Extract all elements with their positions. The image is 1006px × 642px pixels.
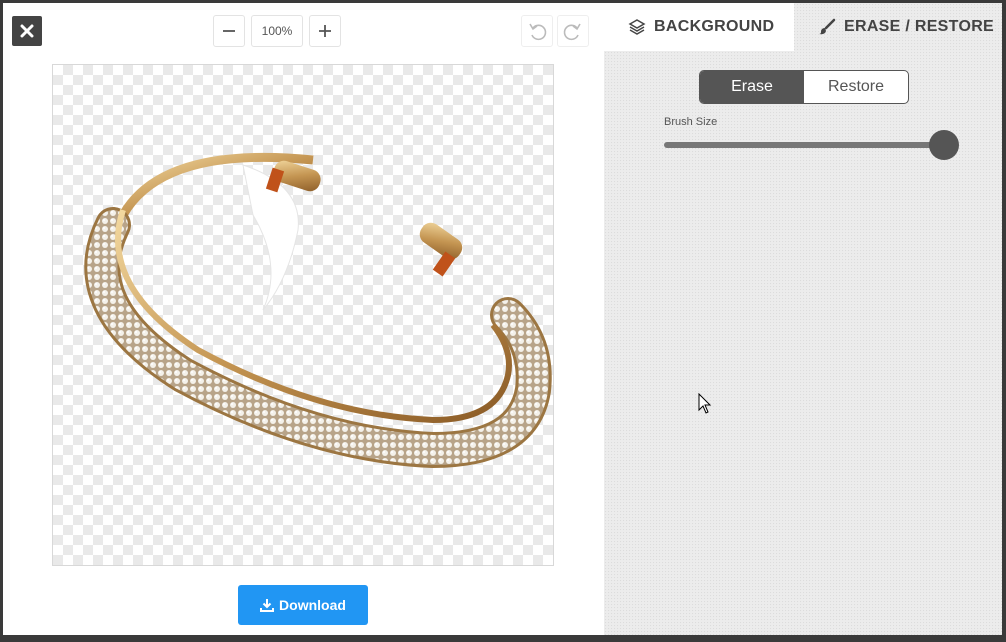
- restore-button[interactable]: Restore: [804, 71, 908, 103]
- undo-icon: [529, 23, 547, 41]
- bracelet-end-right: [419, 222, 463, 277]
- zoom-controls: 100%: [213, 15, 341, 47]
- panel-tabs: BACKGROUND ERASE / RESTORE: [604, 3, 1002, 51]
- bracelet-end-left: [265, 160, 321, 193]
- close-button[interactable]: [12, 16, 42, 46]
- download-icon: [260, 599, 275, 612]
- zoom-level: 100%: [251, 15, 303, 47]
- mode-toggle: Erase Restore: [699, 70, 909, 104]
- editor-area: 100% Download: [3, 3, 604, 635]
- settings-panel: BACKGROUND ERASE / RESTORE Erase Restore…: [604, 3, 1002, 635]
- tab-background[interactable]: BACKGROUND: [604, 3, 794, 51]
- download-button[interactable]: Download: [238, 585, 368, 625]
- layers-icon: [628, 19, 646, 35]
- download-label: Download: [279, 597, 346, 613]
- brush-icon: [819, 18, 836, 35]
- tab-background-label: BACKGROUND: [654, 18, 775, 35]
- editor-modal: 100% Download BACKGROUND ERASE / RESTORE…: [3, 3, 1002, 635]
- bracelet-image: [84, 152, 552, 469]
- undo-button[interactable]: [521, 15, 553, 47]
- zoom-out-button[interactable]: [213, 15, 245, 47]
- brush-size-slider[interactable]: [664, 130, 959, 160]
- close-icon: [20, 24, 34, 38]
- redo-icon: [563, 23, 581, 41]
- redo-button[interactable]: [557, 15, 589, 47]
- tab-erase-restore-label: ERASE / RESTORE: [844, 18, 995, 35]
- erase-button[interactable]: Erase: [700, 71, 804, 103]
- image-canvas[interactable]: [52, 64, 554, 566]
- zoom-in-button[interactable]: [309, 15, 341, 47]
- history-controls: [521, 15, 589, 47]
- brush-size-label: Brush Size: [664, 116, 718, 128]
- minus-icon: [223, 30, 235, 32]
- mouse-cursor-icon: [698, 393, 712, 414]
- tab-erase-restore[interactable]: ERASE / RESTORE: [794, 3, 1002, 51]
- plus-icon: [319, 25, 331, 37]
- brush-size-thumb[interactable]: [929, 130, 959, 160]
